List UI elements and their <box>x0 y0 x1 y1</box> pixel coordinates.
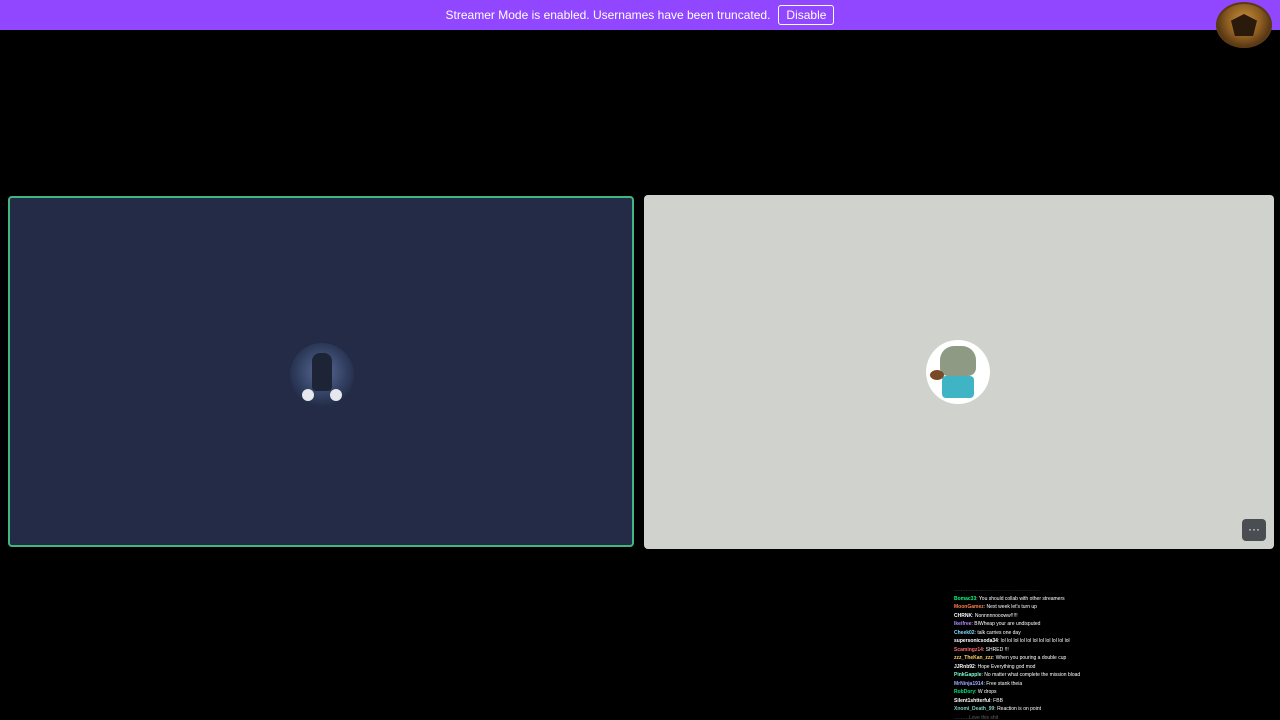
chat-username: JJRnb92 <box>954 663 975 670</box>
chat-text: : You should collab with other streamers <box>976 595 1065 602</box>
chat-text: …………………………… <box>984 587 1039 593</box>
chat-text: : SHRED !!! <box>982 646 1009 653</box>
chat-message: RobDory: W drops <box>954 688 1114 697</box>
chat-username: ……… <box>954 714 969 720</box>
avatar-figure <box>940 346 976 376</box>
participant-tile[interactable]: ··· <box>644 195 1274 549</box>
chat-message: supersonicsoda34: lol lol lol lol lol lo… <box>954 637 1114 646</box>
chat-message: Silent1shtterful: FBB <box>954 697 1114 706</box>
chat-text: : lol lol lol lol lol lol lol lol lol lo… <box>997 638 1070 644</box>
chat-text: Love this shit <box>969 714 999 720</box>
chat-username: ……………… <box>954 587 984 593</box>
chat-username: MoonGamez <box>954 604 984 610</box>
chat-text: : When you pouring a double cup <box>992 655 1067 661</box>
chat-text: : Nonnnnnoooww!!!!! <box>972 612 1018 619</box>
chat-username: Cheek02 <box>954 629 975 636</box>
user-avatar <box>290 343 354 407</box>
chat-message: Ikeifree: BIWheap your are undisputed <box>954 620 1114 629</box>
user-avatar <box>926 340 990 404</box>
streamer-mode-banner: Streamer Mode is enabled. Usernames have… <box>0 0 1280 30</box>
chat-text: : No matter what complete the mission bl… <box>981 672 1081 678</box>
chat-text: : BIWheap your are undisputed <box>971 621 1041 627</box>
streamer-mode-message: Streamer Mode is enabled. Usernames have… <box>445 8 771 22</box>
chat-username: zzz_TheKan_zzz <box>954 655 993 661</box>
chat-username: Silent1shtterful <box>954 697 991 704</box>
chat-text: : Free stank theia <box>983 680 1023 687</box>
chat-message: Xnomi_Death_99: Reaction is on point <box>954 705 1114 714</box>
chat-text: : Hope Everything god mod <box>974 663 1036 670</box>
chat-message: zzz_TheKan_zzz: When you pouring a doubl… <box>954 654 1114 663</box>
chat-username: supersonicsoda34 <box>954 638 998 644</box>
chat-message: MoonGamez: Next week let's turn up <box>954 603 1114 612</box>
chat-text: : talk carries one day <box>974 629 1021 636</box>
crest-shape <box>1231 14 1257 36</box>
chat-message: Cheek02: talk carries one day <box>954 629 1114 638</box>
avatar-football <box>930 370 944 380</box>
chat-message: JJRnb92: Hope Everything god mod <box>954 663 1114 672</box>
chat-message: ………Love this shit <box>954 714 1114 720</box>
avatar-shorts <box>942 376 974 398</box>
chat-message: MrNinja1914: Free stank theia <box>954 680 1114 689</box>
chat-message: …………………………………………… <box>954 586 1114 595</box>
stream-chat-overlay: …………………………………………… Bomac33: You should col… <box>954 586 1114 720</box>
participant-tile-speaking[interactable] <box>8 196 634 547</box>
call-window: Streamer Mode is enabled. Usernames have… <box>0 0 1280 720</box>
chat-username: PinkGapple <box>954 672 982 678</box>
chat-message: CHRNK: Nonnnnnoooww!!!!! <box>954 612 1114 621</box>
chat-username: Xnomi_Death_99 <box>954 706 995 712</box>
chat-text: : Reaction is on point <box>994 706 1041 712</box>
chat-username: Ikeifree <box>954 621 972 627</box>
avatar-wheel <box>302 389 314 401</box>
chat-username: Bomac33 <box>954 595 977 602</box>
chat-message: Bomac33: You should collab with other st… <box>954 595 1114 604</box>
avatar-figure <box>312 353 332 391</box>
chat-text: : FBB <box>990 697 1003 704</box>
chat-username: MrNinja1914 <box>954 680 984 687</box>
more-options-button[interactable]: ··· <box>1242 519 1266 541</box>
chat-username: RobDory <box>954 689 976 695</box>
chat-message: PinkGapple: No matter what complete the … <box>954 671 1114 680</box>
server-crest-icon[interactable] <box>1216 2 1272 48</box>
disable-streamer-mode-button[interactable]: Disable <box>778 5 835 25</box>
chat-message: Scamingz14: SHRED !!! <box>954 646 1114 655</box>
chat-text: : Next week let's turn up <box>983 604 1037 610</box>
chat-username: CHRNK <box>954 612 973 619</box>
chat-username: Scamingz14 <box>954 646 983 653</box>
chat-text: : W drops <box>975 689 997 695</box>
avatar-wheel <box>330 389 342 401</box>
